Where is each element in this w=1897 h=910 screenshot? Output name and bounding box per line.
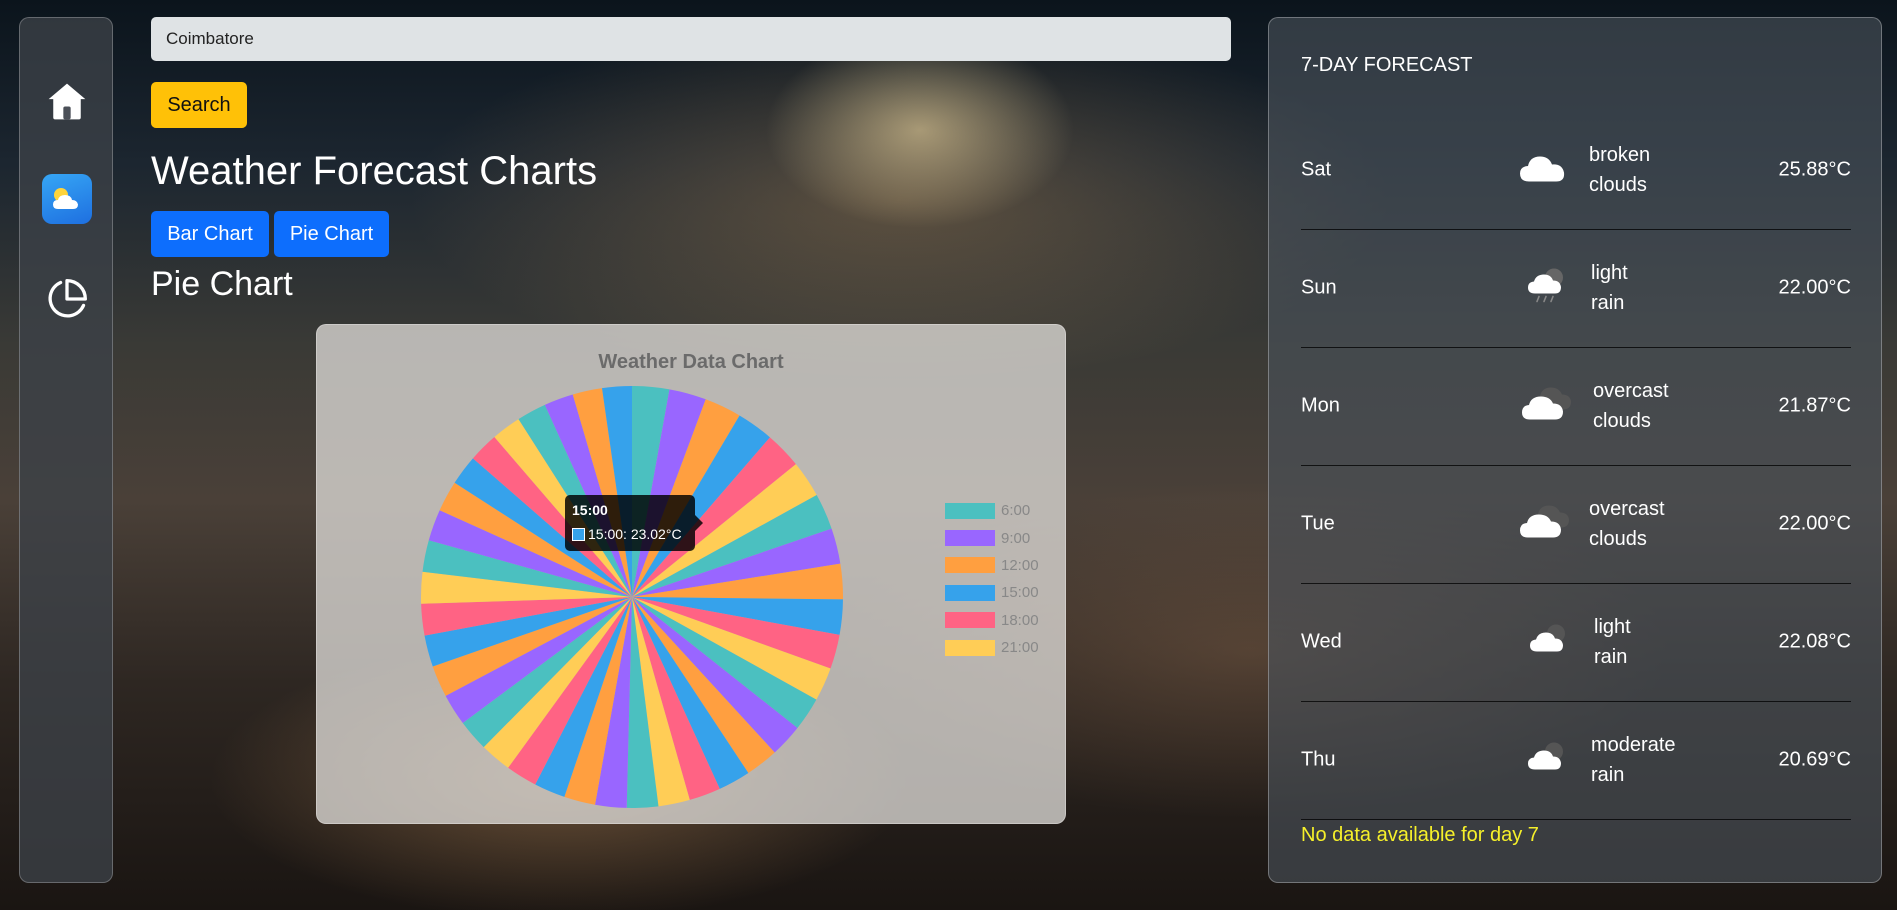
legend-item[interactable]: 21:00 (945, 634, 1039, 661)
legend-item[interactable]: 6:00 (945, 497, 1039, 524)
legend-label: 6:00 (1001, 502, 1031, 520)
weather-app-icon[interactable] (42, 174, 92, 224)
light-rain-icon (1525, 264, 1569, 313)
forecast-row: Sat broken clouds 25.88°C (1301, 111, 1851, 230)
search-button[interactable]: Search (151, 82, 247, 128)
chart-card: Weather Data Chart 6:00 9:00 12:00 15:00 18:… (316, 324, 1066, 824)
forecast-day: Tue (1301, 512, 1335, 535)
tooltip-color-swatch (572, 527, 585, 541)
forecast-temp: 22.00°C (1778, 276, 1852, 299)
forecast-desc-line1: light (1594, 616, 1631, 638)
legend-swatch (945, 612, 995, 629)
forecast-desc: overcast clouds (1589, 494, 1689, 554)
legend-label: 21:00 (1001, 639, 1039, 657)
forecast-row: Tue overcast clouds 22.00°C (1301, 465, 1851, 584)
forecast-title: 7-DAY FORECAST (1301, 54, 1473, 76)
pie-chart-icon[interactable] (42, 274, 92, 324)
sidebar (19, 17, 113, 883)
forecast-desc-line1: overcast (1589, 498, 1665, 520)
forecast-desc-line1: light (1591, 262, 1628, 284)
forecast-desc: light rain (1594, 612, 1694, 672)
forecast-desc: light rain (1591, 258, 1691, 318)
forecast-day: Sun (1301, 276, 1337, 299)
forecast-day: Sat (1301, 158, 1332, 181)
section-title: Pie Chart (151, 265, 293, 303)
forecast-desc-line2: clouds (1593, 410, 1651, 432)
forecast-desc-line2: clouds (1589, 528, 1647, 550)
legend-label: 18:00 (1001, 611, 1039, 629)
overcast-clouds-icon (1517, 500, 1571, 549)
legend-item[interactable]: 12:00 (945, 552, 1039, 579)
tooltip-arrow (695, 515, 703, 531)
legend-label: 9:00 (1001, 529, 1031, 547)
legend-swatch (945, 557, 995, 574)
legend-label: 15:00 (1001, 584, 1039, 602)
legend-item[interactable]: 9:00 (945, 524, 1039, 551)
forecast-desc-line1: moderate (1591, 734, 1676, 756)
overcast-clouds-icon (1519, 382, 1573, 431)
forecast-temp: 22.08°C (1778, 630, 1852, 653)
forecast-temp: 20.69°C (1778, 748, 1852, 771)
forecast-row: Wed light rain 22.08°C (1301, 583, 1851, 702)
home-icon[interactable] (42, 76, 92, 126)
forecast-day: Wed (1301, 630, 1342, 653)
chart-tooltip: 15:00 15:00: 23.02°C (565, 495, 703, 551)
bar-chart-button[interactable]: Bar Chart (151, 211, 269, 257)
forecast-desc-line1: broken (1589, 144, 1651, 166)
page-title: Weather Forecast Charts (151, 149, 598, 193)
legend-item[interactable]: 18:00 (945, 607, 1039, 634)
legend-swatch (945, 584, 995, 601)
legend-swatch (945, 502, 995, 519)
chart-legend: 6:00 9:00 12:00 15:00 18:00 21:00 (945, 497, 1039, 661)
forecast-day: Mon (1301, 394, 1340, 417)
forecast-desc: moderate rain (1591, 730, 1691, 790)
light-rain-icon (1527, 618, 1571, 667)
forecast-row: Sun light rain 22.00°C (1301, 229, 1851, 348)
forecast-row: Thu moderate rain 20.69°C (1301, 701, 1851, 820)
legend-swatch (945, 530, 995, 547)
forecast-desc: overcast clouds (1593, 376, 1693, 436)
forecast-temp: 25.88°C (1778, 158, 1852, 181)
search-input[interactable] (151, 17, 1231, 61)
forecast-panel: 7-DAY FORECAST Sat broken clouds 25.88°C … (1268, 17, 1882, 883)
forecast-temp: 21.87°C (1778, 394, 1852, 417)
forecast-desc-line1: overcast (1593, 380, 1669, 402)
forecast-row: Mon overcast clouds 21.87°C (1301, 347, 1851, 466)
tooltip-title: 15:00 (572, 502, 608, 518)
moderate-rain-icon (1525, 736, 1569, 785)
legend-swatch (945, 639, 995, 656)
forecast-desc-line2: rain (1594, 646, 1628, 668)
legend-label: 12:00 (1001, 556, 1039, 574)
forecast-desc-line2: rain (1591, 292, 1625, 314)
pie-chart-button[interactable]: Pie Chart (274, 211, 389, 257)
forecast-temp: 22.00°C (1778, 512, 1852, 535)
forecast-day: Thu (1301, 748, 1336, 771)
forecast-desc: broken clouds (1589, 140, 1689, 200)
forecast-desc-line2: rain (1591, 764, 1625, 786)
legend-item[interactable]: 15:00 (945, 579, 1039, 606)
broken-clouds-icon (1517, 148, 1569, 193)
tooltip-body: 15:00: 23.02°C (572, 526, 688, 542)
tooltip-label: 15:00: 23.02°C (588, 526, 682, 542)
no-data-message: No data available for day 7 (1301, 824, 1539, 846)
forecast-desc-line2: clouds (1589, 174, 1647, 196)
